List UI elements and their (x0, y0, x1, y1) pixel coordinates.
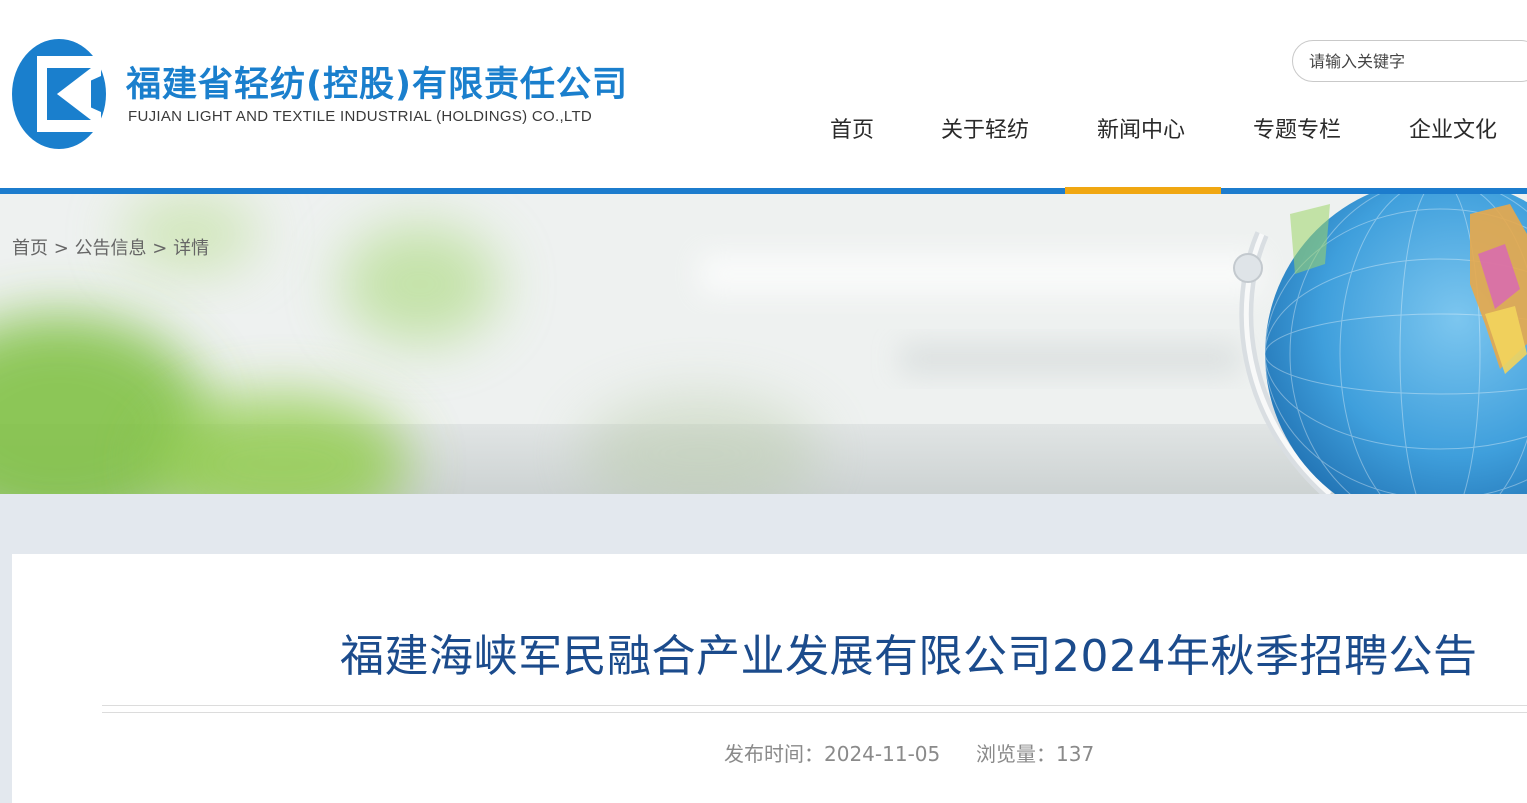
breadcrumb-home[interactable]: 首页 (12, 238, 48, 259)
nav-item-special[interactable]: 专题专栏 (1253, 112, 1341, 144)
view-count-meta: 浏览量：137 (976, 738, 1094, 767)
article-title: 福建海峡军民融合产业发展有限公司2024年秋季招聘公告 (340, 631, 1478, 682)
title-divider (102, 705, 1527, 706)
view-count-value: 137 (1056, 742, 1095, 766)
nav-item-news[interactable]: 新闻中心 (1097, 112, 1185, 144)
company-name-cn: 福建省轻纺(控股)有限责任公司 (126, 65, 628, 105)
publish-date-label: 发布时间： (724, 742, 824, 766)
company-name-en: FUJIAN LIGHT AND TEXTILE INDUSTRIAL (HOL… (128, 108, 593, 125)
breadcrumb-current: 详情 (173, 238, 210, 259)
nav-active-indicator (1065, 187, 1221, 194)
title-divider (102, 712, 1527, 713)
banner-globe-image (0, 194, 1527, 494)
site-header: 福建省轻纺(控股)有限责任公司 FUJIAN LIGHT AND TEXTILE… (0, 0, 1527, 188)
nav-item-culture[interactable]: 企业文化 (1409, 112, 1497, 144)
breadcrumb-separator: > (152, 238, 168, 259)
view-count-label: 浏览量： (976, 742, 1056, 766)
company-logo-icon[interactable] (11, 38, 107, 150)
breadcrumb-separator: > (53, 238, 69, 259)
publish-date-value: 2024-11-05 (824, 742, 941, 766)
breadcrumb: 首页 > 公告信息 > 详情 (12, 234, 209, 260)
search-input[interactable] (1292, 40, 1527, 82)
page-banner (0, 194, 1527, 494)
publish-date-meta: 发布时间：2024-11-05 (724, 738, 940, 767)
breadcrumb-section[interactable]: 公告信息 (75, 238, 147, 259)
nav-item-home[interactable]: 首页 (830, 112, 874, 144)
nav-item-about[interactable]: 关于轻纺 (941, 112, 1029, 144)
